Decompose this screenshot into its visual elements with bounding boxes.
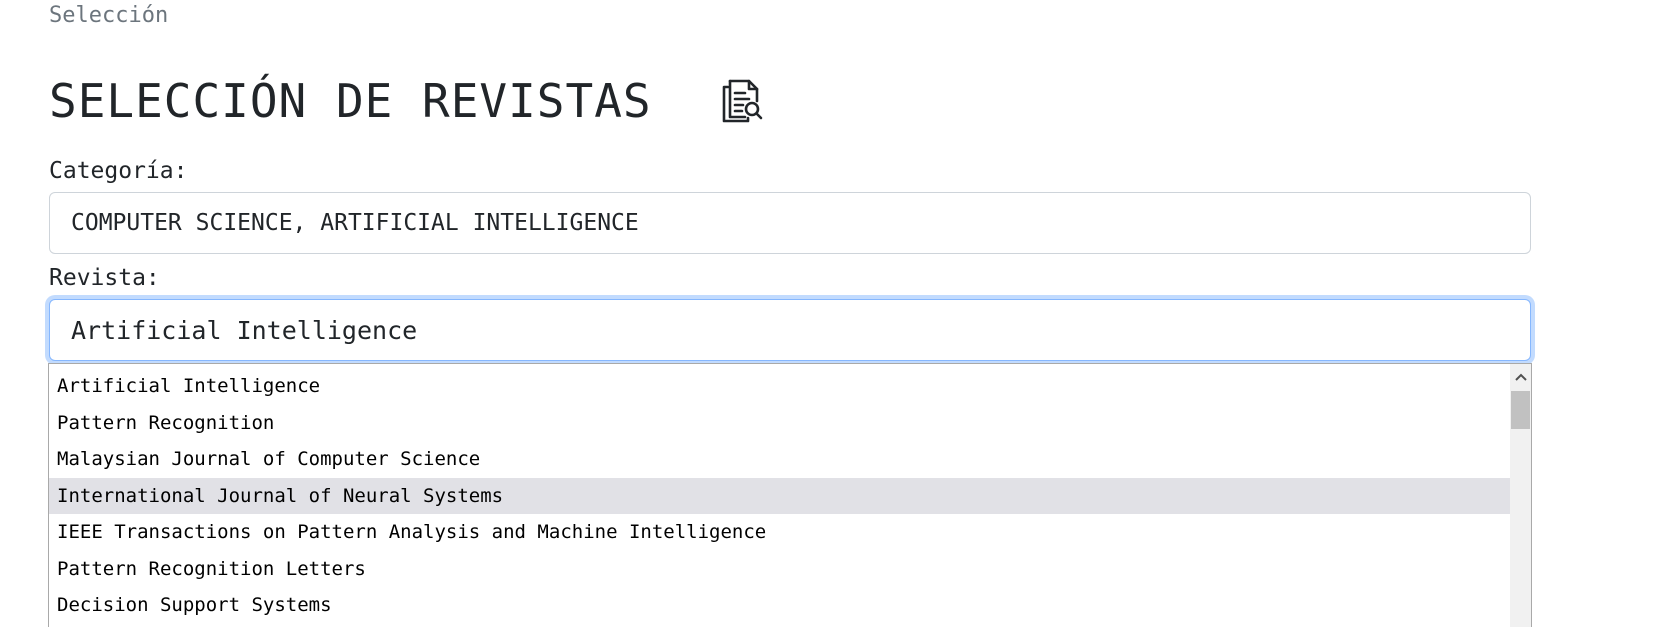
- document-search-icon[interactable]: [718, 76, 766, 126]
- title-row: SELECCIÓN DE REVISTAS: [49, 66, 766, 136]
- category-value: COMPUTER SCIENCE, ARTIFICIAL INTELLIGENC…: [71, 210, 639, 236]
- category-label: Categoría:: [49, 158, 188, 184]
- suggestion-option[interactable]: Malaysian Journal of Computer Science: [49, 441, 1510, 478]
- journal-value: Artificial Intelligence: [71, 315, 418, 345]
- scroll-up-arrow-icon[interactable]: [1510, 367, 1531, 387]
- journal-selection-page: Selección SELECCIÓN DE REVISTAS Categorí…: [0, 0, 1667, 627]
- category-field[interactable]: COMPUTER SCIENCE, ARTIFICIAL INTELLIGENC…: [49, 192, 1531, 254]
- suggestion-option[interactable]: IEEE Transactions on Pattern Analysis an…: [49, 514, 1510, 551]
- journal-suggestions-dropdown[interactable]: Artificial Intelligence Pattern Recognit…: [48, 363, 1532, 627]
- suggestion-option[interactable]: Artificial Intelligence: [49, 368, 1510, 405]
- suggestion-option[interactable]: Pattern Recognition Letters: [49, 551, 1510, 588]
- journal-input[interactable]: Artificial Intelligence: [49, 299, 1531, 361]
- page-title: SELECCIÓN DE REVISTAS: [49, 74, 652, 128]
- dropdown-scrollbar[interactable]: [1510, 364, 1531, 627]
- suggestion-option[interactable]: Decision Support Systems: [49, 587, 1510, 624]
- suggestion-option-highlighted[interactable]: International Journal of Neural Systems: [49, 477, 1510, 514]
- scroll-thumb[interactable]: [1511, 391, 1530, 429]
- breadcrumb[interactable]: Selección: [49, 2, 168, 30]
- suggestion-option[interactable]: Pattern Recognition: [49, 405, 1510, 442]
- suggestions-list: Artificial Intelligence Pattern Recognit…: [49, 368, 1510, 624]
- journal-label: Revista:: [49, 265, 160, 291]
